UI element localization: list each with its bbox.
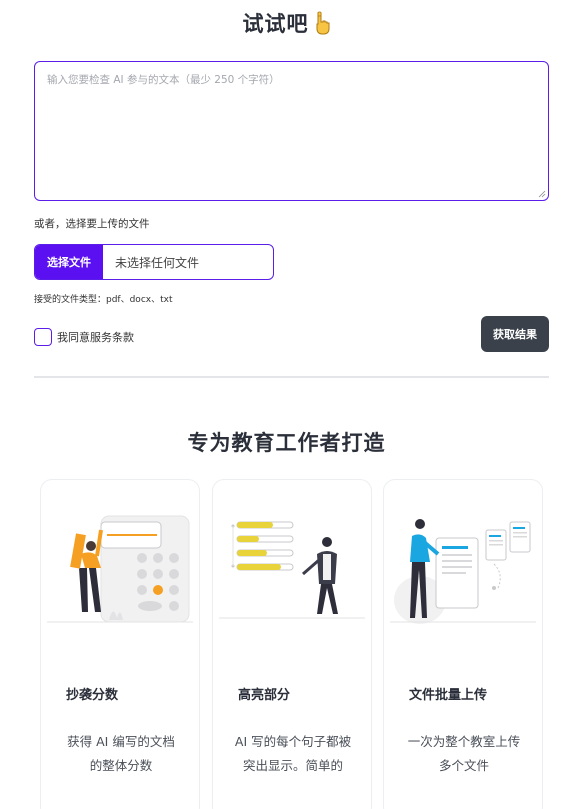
pointing-down-hand-icon — [316, 11, 329, 35]
accepted-file-types: 接受的文件类型：pdf、docx、txt — [34, 295, 173, 305]
page-title: 试试吧 — [0, 8, 573, 38]
feature-card-highlighted-parts: 高亮部分 AI 写的每个句子都被突出显示。简单的 — [212, 479, 372, 809]
calculator-illustration-icon — [47, 515, 193, 623]
feature-card-description: AI 写的每个句子都被突出显示。简单的 — [234, 734, 352, 773]
terms-checkbox[interactable] — [34, 328, 52, 346]
divider — [34, 376, 549, 378]
get-results-button[interactable]: 获取结果 — [481, 316, 549, 352]
file-status: 未选择任何文件 — [115, 255, 200, 270]
feature-card-title: 高亮部分 — [238, 688, 291, 703]
choose-file-button[interactable]: 选择文件 — [35, 245, 103, 279]
feature-card-title: 抄袭分数 — [66, 688, 119, 703]
terms-agreement[interactable]: 我同意服务条款 — [34, 328, 134, 346]
feature-card-description: 获得 AI 编写的文档的整体分数 — [67, 734, 175, 773]
documents-illustration-icon — [390, 519, 536, 624]
upload-hint: 或者，选择要上传的文件 — [34, 218, 150, 230]
text-input-box[interactable] — [34, 61, 549, 201]
feature-card-bulk-upload: 文件批量上传 一次为整个教室上传多个文件 — [383, 479, 543, 809]
terms-label[interactable]: 我同意服务条款 — [57, 329, 134, 345]
feature-card-description: 一次为整个教室上传多个文件 — [407, 734, 521, 773]
page-title-text: 试试吧 — [242, 12, 309, 36]
file-picker[interactable]: 选择文件 未选择任何文件 — [34, 244, 274, 280]
feature-card-title: 文件批量上传 — [409, 688, 488, 703]
highlight-illustration-icon — [219, 521, 365, 619]
resize-grip-icon[interactable] — [538, 190, 546, 198]
text-input[interactable] — [35, 62, 548, 200]
features-title: 专为教育工作者打造 — [187, 431, 386, 455]
feature-card-plagiarism-score: 抄袭分数 获得 AI 编写的文档的整体分数 — [40, 479, 200, 809]
